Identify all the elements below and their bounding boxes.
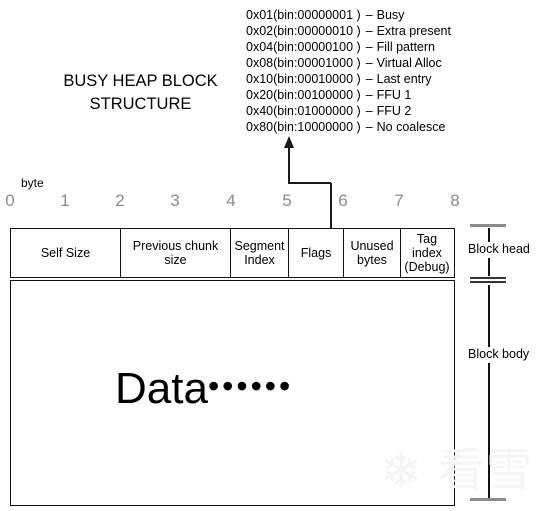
measure-cap-bottom	[470, 498, 506, 501]
flags-leader-line-vertical-left	[288, 147, 290, 183]
field-self-size[interactable]: Self Size	[11, 229, 121, 277]
flag-code: 0x40(bin:01000000 )	[246, 104, 361, 118]
ellipsis-icon: ••••••	[207, 368, 294, 404]
list-item: 0x04(bin:00000100 ) – Fill pattern	[246, 39, 476, 55]
measure-cap-top	[470, 224, 506, 227]
flags-leader-line-horizontal	[288, 182, 331, 184]
measure-line-body-upper	[488, 285, 490, 350]
page-title-line-2: STRUCTURE	[89, 95, 192, 113]
field-flags[interactable]: Flags	[289, 229, 344, 277]
byte-tick-4: 4	[226, 191, 236, 210]
flag-dash: –	[365, 8, 373, 22]
field-previous-chunk-size[interactable]: Previous chunk size	[121, 229, 231, 277]
flag-dash: –	[365, 24, 373, 38]
measure-line-body-lower	[488, 363, 490, 499]
measure-label-block-body: Block body	[466, 347, 532, 361]
byte-tick-2: 2	[115, 191, 125, 210]
field-label: Tag index (Debug)	[404, 232, 450, 274]
flag-dash: –	[365, 72, 373, 86]
field-label: Segment Index	[234, 239, 285, 267]
byte-tick-0: 0	[5, 191, 15, 210]
flag-code: 0x20(bin:00100000 )	[246, 88, 361, 102]
byte-tick-6: 6	[338, 191, 348, 210]
flag-code: 0x04(bin:00000100 )	[246, 40, 361, 54]
flag-code: 0x80(bin:10000000 )	[246, 120, 361, 134]
flag-dash: –	[365, 120, 373, 134]
list-item: 0x10(bin:00010000 ) – Last entry	[246, 71, 476, 87]
page-title: BUSY HEAP BLOCK STRUCTURE	[38, 70, 243, 116]
list-item: 0x02(bin:00000010 ) – Extra present	[246, 23, 476, 39]
field-label: Unused bytes	[350, 239, 394, 267]
field-unused-bytes[interactable]: Unused bytes	[344, 229, 401, 277]
list-item: 0x20(bin:00100000 ) – FFU 1	[246, 87, 476, 103]
flag-code: 0x08(bin:00001000 )	[246, 56, 361, 70]
list-item: 0x08(bin:00001000 ) – Virtual Alloc	[246, 55, 476, 71]
flag-name: Extra present	[376, 24, 451, 38]
flag-name: Virtual Alloc	[376, 56, 442, 70]
field-label: Self Size	[40, 246, 91, 260]
measure-label-block-head: Block head	[466, 242, 532, 256]
field-segment-index[interactable]: Segment Index	[231, 229, 289, 277]
measure-cap-mid-lower	[470, 281, 506, 283]
block-body-text: Data	[115, 364, 208, 413]
flag-name: Fill pattern	[376, 40, 435, 54]
byte-ruler: 0 1 2 3 4 5 6 7 8	[0, 190, 470, 216]
flag-dash: –	[365, 104, 373, 118]
block-head-row: Self Size Previous chunk size Segment Inde…	[10, 228, 455, 278]
list-item: 0x80(bin:10000000 ) – No coalesce	[246, 119, 476, 135]
measure-line-head-lower	[488, 258, 490, 276]
flag-dash: –	[365, 88, 373, 102]
byte-tick-1: 1	[60, 191, 70, 210]
flag-name: FFU 1	[376, 88, 412, 102]
flags-legend-list: 0x01(bin:00000001 ) – Busy 0x02(bin:0000…	[246, 7, 476, 135]
byte-unit-label: byte	[21, 176, 44, 190]
flag-code: 0x10(bin:00010000 )	[246, 72, 361, 86]
flag-code: 0x01(bin:00000001 )	[246, 8, 361, 22]
flag-name: Busy	[376, 8, 405, 22]
field-label: Flags	[300, 246, 332, 260]
flag-name: Last entry	[376, 72, 432, 86]
field-label: Previous chunk size	[132, 239, 219, 267]
list-item: 0x40(bin:01000000 ) – FFU 2	[246, 103, 476, 119]
page-title-line-1: BUSY HEAP BLOCK	[63, 72, 218, 90]
arrow-up-icon	[284, 136, 294, 148]
flag-dash: –	[365, 56, 373, 70]
field-tag-index-debug[interactable]: Tag index (Debug)	[401, 229, 453, 277]
flag-dash: –	[365, 40, 373, 54]
block-body-label: Data••••••	[115, 360, 293, 415]
byte-tick-7: 7	[394, 191, 404, 210]
list-item: 0x01(bin:00000001 ) – Busy	[246, 7, 476, 23]
flag-name: No coalesce	[376, 120, 446, 134]
byte-tick-5: 5	[282, 191, 292, 210]
flag-code: 0x02(bin:00000010 )	[246, 24, 361, 38]
flag-name: FFU 2	[376, 104, 412, 118]
measure-cap-mid-upper	[470, 277, 506, 279]
byte-tick-8: 8	[450, 191, 460, 210]
byte-tick-3: 3	[170, 191, 180, 210]
